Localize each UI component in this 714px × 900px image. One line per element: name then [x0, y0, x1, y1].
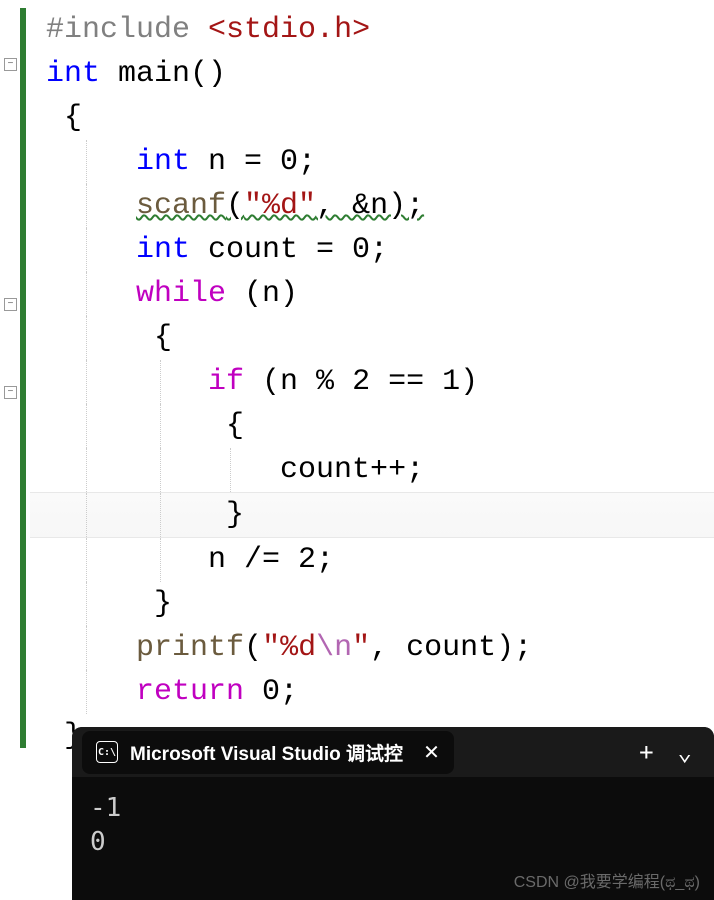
- code-line-14[interactable]: }: [30, 582, 714, 626]
- code-line-8[interactable]: {: [30, 316, 714, 360]
- code-line-9[interactable]: if (n % 2 == 1): [30, 360, 714, 404]
- code-line-5[interactable]: scanf("%d", &n);: [30, 184, 714, 228]
- code-line-15[interactable]: printf("%d\n", count);: [30, 626, 714, 670]
- tab-close-icon[interactable]: ✕: [423, 740, 440, 765]
- code-editor[interactable]: − − − #include <stdio.h> int main() { in…: [0, 0, 714, 758]
- code-line-2[interactable]: int main(): [30, 52, 714, 96]
- code-line-13[interactable]: n /= 2;: [30, 538, 714, 582]
- code-line-6[interactable]: int count = 0;: [30, 228, 714, 272]
- tab-controls: + ⌄: [639, 738, 704, 766]
- code-line-16[interactable]: return 0;: [30, 670, 714, 714]
- watermark: CSDN @我要学编程(ಥ_ಥ): [514, 868, 700, 892]
- terminal-window: C:\ Microsoft Visual Studio 调试控 ✕ + ⌄ -1…: [72, 727, 714, 900]
- terminal-line-1: -1: [90, 791, 696, 825]
- change-indicator-bar: [20, 8, 26, 748]
- tab-dropdown-button[interactable]: ⌄: [678, 738, 692, 766]
- terminal-icon: C:\: [96, 741, 118, 763]
- terminal-tab-active[interactable]: C:\ Microsoft Visual Studio 调试控 ✕: [82, 731, 454, 774]
- terminal-output[interactable]: -1 0: [72, 777, 714, 873]
- code-line-7[interactable]: while (n): [30, 272, 714, 316]
- terminal-tab-bar: C:\ Microsoft Visual Studio 调试控 ✕ + ⌄: [72, 727, 714, 777]
- new-tab-button[interactable]: +: [639, 738, 653, 766]
- code-line-4[interactable]: int n = 0;: [30, 140, 714, 184]
- fold-marker-main[interactable]: −: [4, 58, 17, 71]
- code-line-1[interactable]: #include <stdio.h>: [30, 8, 714, 52]
- fold-marker-while[interactable]: −: [4, 298, 17, 311]
- terminal-tab-title: Microsoft Visual Studio 调试控: [130, 739, 403, 766]
- code-line-12[interactable]: }: [30, 492, 714, 538]
- fold-marker-if[interactable]: −: [4, 386, 17, 399]
- code-line-10[interactable]: {: [30, 404, 714, 448]
- code-line-3[interactable]: {: [30, 96, 714, 140]
- terminal-line-2: 0: [90, 825, 696, 859]
- code-line-11[interactable]: count++;: [30, 448, 714, 492]
